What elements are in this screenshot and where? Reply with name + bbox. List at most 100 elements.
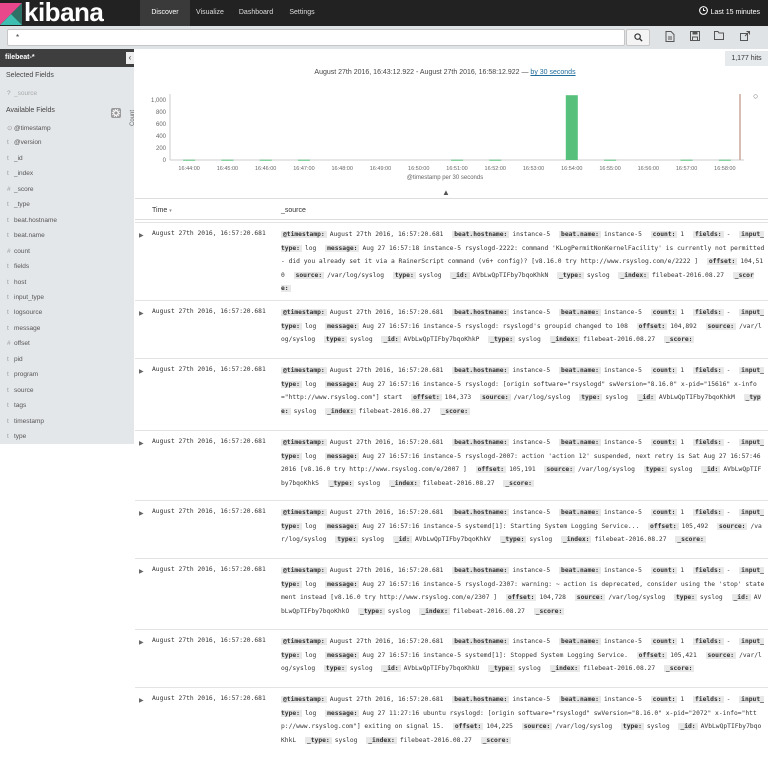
source-field-value: 1 [680,309,685,316]
available-field-item[interactable]: t message [7,325,40,332]
nav-settings[interactable]: Settings [281,0,323,26]
y-tick-label: 400 [156,134,167,140]
available-field-item[interactable]: t type [7,433,26,440]
available-field-item[interactable]: # count [7,248,30,255]
source-field-value: syslog [586,271,610,279]
legend-toggle-icon[interactable]: ○ [753,91,758,101]
source-field-value: log [304,580,317,588]
nav-dashboard[interactable]: Dashboard [232,0,280,26]
table-row: ▶ August 27th 2016, 16:57:20.681 @timestam… [135,558,768,629]
available-field-item[interactable]: t beat.hostname [7,217,57,224]
expand-row-icon[interactable]: ▶ [139,368,144,375]
histogram-bar[interactable] [297,159,310,161]
available-field-item[interactable]: t input_type [7,294,44,301]
field-name: message [14,324,41,332]
available-field-item[interactable]: t _type [7,201,30,208]
field-type-icon: t [7,371,9,379]
table-row: ▶ August 27th 2016, 16:57:20.681 @timestam… [135,300,768,358]
source-field-key: offset: [636,651,668,659]
available-field-item[interactable]: t host [7,279,26,286]
source-field-value: Aug 27 16:57:16 instance-5 systemd[1]: S… [362,651,628,659]
histogram-bar[interactable] [718,159,731,161]
field-name: timestamp [14,417,44,425]
search-input[interactable]: * [7,29,625,46]
available-field-item[interactable]: t source [7,387,34,394]
histogram-bar[interactable] [489,159,502,161]
save-search-button[interactable] [690,31,703,44]
chart-collapse-icon[interactable]: ▲ [442,188,450,197]
nav-discover[interactable]: Discover [140,0,190,26]
histogram-bar[interactable] [604,159,617,161]
collapse-sidebar-button[interactable]: ‹ [126,52,134,64]
expand-row-icon[interactable]: ▶ [139,639,144,646]
search-button[interactable] [626,29,650,46]
source-field-key: fields: [693,439,724,446]
table-row: ▶ August 27th 2016, 16:57:20.681 @timestam… [135,500,768,558]
histogram-bar[interactable] [259,159,272,161]
source-field-value: syslog [699,594,723,601]
histogram-chart[interactable]: 1,000 800 600 400 200 0 16:44:00 16:45:00 16:46:… [140,86,760,186]
source-field-key: message: [325,322,360,330]
nav-visualize[interactable]: Visualize [190,0,230,26]
expand-row-icon[interactable]: ▶ [139,568,144,575]
field-type-icon: t [7,417,9,425]
expand-row-icon[interactable]: ▶ [139,440,144,447]
source-field-value: syslog [334,736,358,744]
available-field-item[interactable]: t logsource [7,309,42,316]
histogram-bar[interactable] [680,159,693,161]
available-field-item[interactable]: t beat.name [7,232,45,239]
expand-row-icon[interactable]: ▶ [139,510,144,517]
source-field-key: source: [521,723,553,730]
header-divider [135,219,768,220]
histogram-bar[interactable] [451,159,463,161]
histogram-bar[interactable] [183,159,196,161]
time-picker[interactable]: Last 15 minutes [698,0,760,26]
source-field-key: _id: [450,271,470,279]
source-field-key: count: [650,638,678,645]
available-field-item[interactable]: # _score [7,186,34,193]
source-field-value: 1 [680,439,685,446]
expand-row-icon[interactable]: ▶ [139,697,144,704]
available-field-item[interactable]: t _id [7,155,23,162]
source-field-key: _score: [533,607,565,615]
field-settings-button[interactable] [111,108,121,118]
available-field-item[interactable]: t pid [7,356,23,363]
available-field-item[interactable]: t fields [7,263,29,270]
expand-row-icon[interactable]: ▶ [139,310,144,317]
source-field-key: message: [325,709,360,717]
table-row: ▶ August 27th 2016, 16:57:20.681 @timestam… [135,687,768,753]
row-timestamp: August 27th 2016, 16:57:20.681 [152,230,266,237]
histogram-bar[interactable] [565,95,578,160]
available-field-item[interactable]: t timestamp [7,418,44,425]
row-source: @timestamp: August 27th 2016, 16:57:20.68… [281,228,765,296]
index-pattern-selector[interactable]: filebeat-* [0,49,134,67]
histogram-bar[interactable] [221,159,234,161]
available-field-item[interactable]: t @version [7,139,42,146]
column-header-time[interactable]: Time ▾ [152,207,172,214]
available-field-item[interactable]: ⊙ @timestamp [7,124,51,132]
source-field-key: fields: [693,638,724,645]
expand-row-icon[interactable]: ▶ [139,232,144,239]
source-field-value: - [726,231,731,238]
source-field-value: filebeat-2016.08.27 [358,407,431,415]
source-field-key: beat.name: [559,231,601,238]
source-field-value: instance-5 [603,367,642,374]
source-field-value: syslog [387,607,411,615]
kibana-logo[interactable]: kibana [0,0,134,26]
new-search-button[interactable] [665,31,678,44]
field-name: tags [14,402,27,410]
open-search-button[interactable] [714,31,727,44]
available-field-item[interactable]: # offset [7,340,30,347]
available-field-item[interactable]: t tags [7,402,26,409]
interval-link[interactable]: by 30 seconds [530,69,575,76]
available-field-item[interactable]: t _index [7,170,33,177]
available-field-item[interactable]: t program [7,371,38,378]
source-field-key: source: [544,466,575,473]
column-header-time-label: Time [152,207,168,214]
source-field-key: fields: [693,567,724,574]
selected-field-source[interactable]: ? _source [7,90,37,97]
source-field-value: instance-5 [512,696,551,703]
share-button[interactable] [740,31,753,44]
field-name: logsource [14,309,43,317]
source-field-key: _id: [731,594,751,601]
